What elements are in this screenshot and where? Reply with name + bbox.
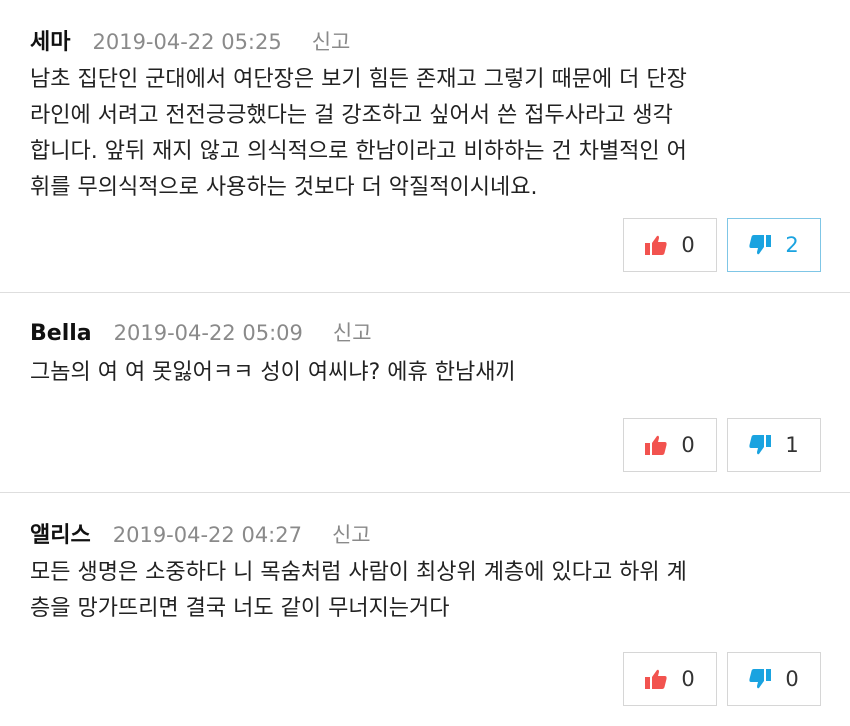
comment-body: 모든 생명은 소중하다 니 목숨처럼 사람이 최상위 계층에 있다고 하위 계 … (30, 560, 687, 621)
report-link[interactable]: 신고 (332, 519, 371, 549)
comment-author[interactable]: 세마 (30, 24, 70, 56)
comment-item: Bella 2019-04-22 05:09 신고 그놈의 여 여 못잃어ㅋㅋ … (0, 293, 850, 493)
like-button[interactable]: 0 (623, 218, 717, 272)
dislike-count: 1 (785, 433, 799, 457)
comment-body: 남초 집단인 군대에서 여단장은 보기 힘든 존재고 그렇기 때문에 더 단장 … (30, 67, 687, 200)
comment-meta: 앨리스 2019-04-22 04:27 신고 (30, 517, 371, 549)
comment-item: 앨리스 2019-04-22 04:27 신고 모든 생명은 소중하다 니 목숨… (0, 493, 850, 726)
vote-buttons: 0 2 (623, 218, 821, 272)
comment-date: 2019-04-22 04:27 (112, 523, 302, 547)
comment-author[interactable]: Bella (30, 321, 92, 346)
thumbs-up-icon (645, 435, 667, 455)
report-link[interactable]: 신고 (333, 317, 372, 347)
dislike-button[interactable]: 0 (727, 652, 821, 706)
thumbs-down-icon (749, 235, 772, 255)
comment-date: 2019-04-22 05:25 (92, 30, 282, 54)
comment-author[interactable]: 앨리스 (30, 517, 91, 549)
comment-body: 그놈의 여 여 못잃어ㅋㅋ 성이 여씨냐? 에휴 한남새끼 (30, 360, 516, 385)
vote-buttons: 0 1 (623, 418, 821, 472)
comment-meta: 세마 2019-04-22 05:25 신고 (30, 24, 350, 56)
comment-meta: Bella 2019-04-22 05:09 신고 (30, 317, 372, 347)
thumbs-down-icon (749, 669, 772, 689)
like-count: 0 (681, 433, 695, 457)
like-button[interactable]: 0 (623, 418, 717, 472)
like-button[interactable]: 0 (623, 652, 717, 706)
dislike-button[interactable]: 2 (727, 218, 821, 272)
like-count: 0 (681, 233, 695, 257)
vote-buttons: 0 0 (623, 652, 821, 706)
dislike-count: 0 (785, 667, 799, 691)
dislike-button[interactable]: 1 (727, 418, 821, 472)
like-count: 0 (681, 667, 695, 691)
thumbs-up-icon (645, 669, 667, 689)
thumbs-up-icon (645, 235, 667, 255)
dislike-count: 2 (785, 233, 799, 257)
comment-date: 2019-04-22 05:09 (113, 321, 303, 345)
report-link[interactable]: 신고 (312, 26, 351, 56)
thumbs-down-icon (749, 435, 772, 455)
comment-item: 세마 2019-04-22 05:25 신고 남초 집단인 군대에서 여단장은 … (0, 0, 850, 293)
